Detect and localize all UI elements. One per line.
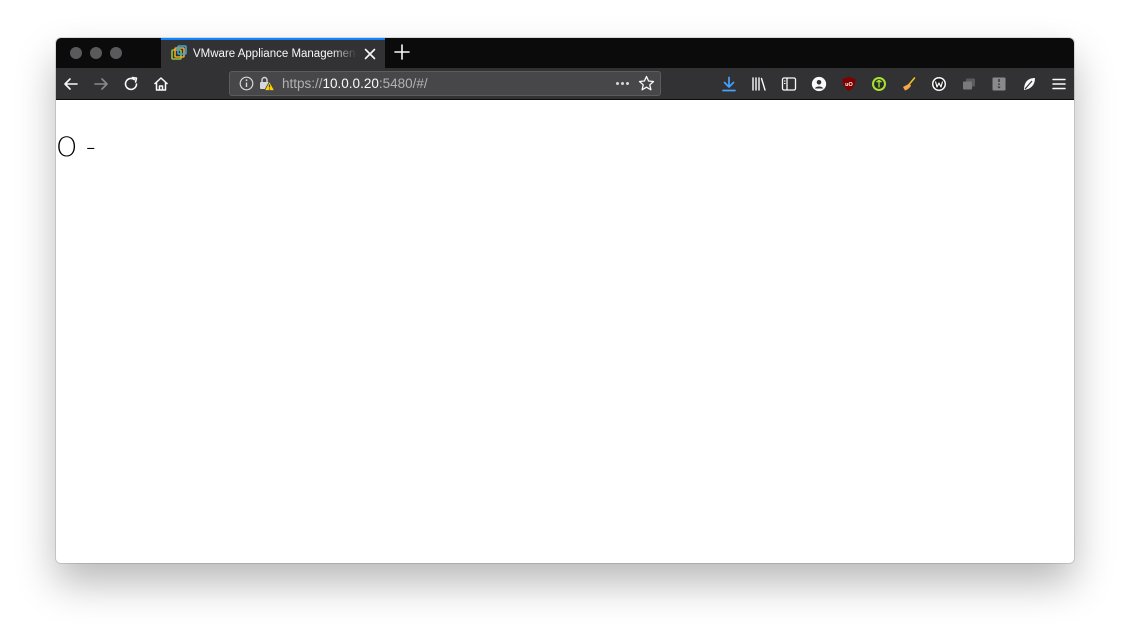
- vmware-favicon-icon: [171, 45, 187, 60]
- sidebar-icon[interactable]: [781, 76, 797, 92]
- url-text[interactable]: https://10.0.0.20:5480/#/: [282, 76, 428, 92]
- tab-title: VMware Appliance Management: [193, 48, 357, 60]
- tab-active[interactable]: VMware Appliance Management: [161, 38, 385, 68]
- back-arrow-icon[interactable]: [62, 75, 80, 93]
- url-bar[interactable]: https://10.0.0.20:5480/#/: [229, 71, 661, 96]
- browser-window: VMware Appliance Management https://10.0…: [56, 38, 1074, 563]
- extension-broom-icon[interactable]: [901, 76, 917, 92]
- url-path: :5480/#/: [378, 76, 428, 91]
- extension-windows-icon[interactable]: [961, 76, 977, 92]
- library-icon[interactable]: [751, 76, 767, 92]
- extension-archive-icon[interactable]: [991, 76, 1007, 92]
- zoom-window-button[interactable]: [110, 47, 122, 59]
- forward-arrow-icon[interactable]: [92, 75, 110, 93]
- tab-strip: VMware Appliance Management: [56, 38, 1074, 68]
- page-content: O -: [56, 100, 1074, 563]
- account-icon[interactable]: [811, 76, 827, 92]
- hamburger-menu-icon[interactable]: [1051, 76, 1067, 92]
- home-icon[interactable]: [152, 75, 170, 93]
- info-icon[interactable]: [238, 75, 255, 92]
- close-tab-icon[interactable]: [363, 47, 377, 61]
- svg-text:uO: uO: [845, 82, 853, 88]
- close-window-button[interactable]: [70, 47, 82, 59]
- minimize-window-button[interactable]: [90, 47, 102, 59]
- reload-icon[interactable]: [122, 75, 140, 93]
- download-icon[interactable]: [721, 76, 737, 92]
- ublock-origin-icon[interactable]: uO: [841, 76, 857, 92]
- insecure-lock-warning-icon[interactable]: [258, 75, 275, 92]
- extension-green-icon[interactable]: [871, 76, 887, 92]
- page-actions-ellipsis-icon[interactable]: [614, 75, 631, 92]
- bookmark-star-icon[interactable]: [638, 75, 655, 92]
- url-host: 10.0.0.20: [322, 76, 379, 91]
- navigation-toolbar: https://10.0.0.20:5480/#/ uO: [56, 68, 1074, 100]
- wappalyzer-icon[interactable]: [931, 76, 947, 92]
- page-body-text: O -: [56, 132, 96, 163]
- extension-leaf-icon[interactable]: [1021, 76, 1037, 92]
- new-tab-icon[interactable]: [393, 43, 411, 61]
- url-scheme: https://: [282, 76, 323, 91]
